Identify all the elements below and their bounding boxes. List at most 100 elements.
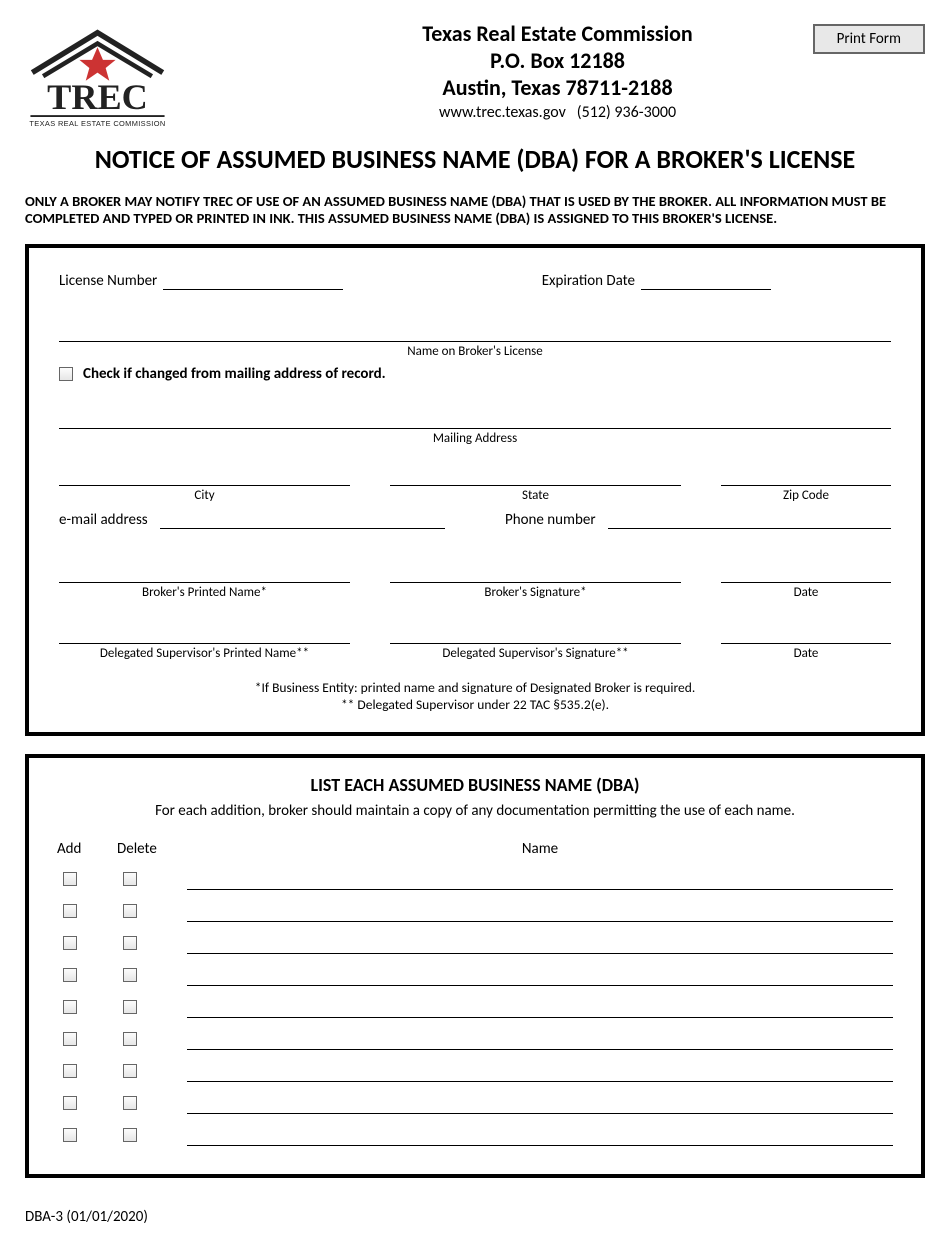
supervisor-printed-caption: Delegated Supervisor's Printed Name** <box>59 646 350 661</box>
dba-name-input[interactable] <box>187 1060 893 1082</box>
delete-checkbox[interactable] <box>123 1096 137 1110</box>
city-state-zip: Austin, Texas 78711-2188 <box>190 74 925 101</box>
dba-name-input[interactable] <box>187 964 893 986</box>
delete-checkbox[interactable] <box>123 1064 137 1078</box>
print-form-button[interactable]: Print Form <box>813 24 925 54</box>
state-field: State <box>390 460 681 503</box>
supervisor-date-field: Date <box>721 618 891 661</box>
add-checkbox[interactable] <box>63 872 77 886</box>
license-number-label: License Number <box>59 272 157 290</box>
phone-field: Phone number <box>505 507 891 529</box>
footnote-1: *If Business Entity: printed name and si… <box>59 679 891 697</box>
instructions: ONLY A BROKER MAY NOTIFY TREC OF USE OF … <box>25 193 925 228</box>
mailing-address-caption: Mailing Address <box>59 431 891 446</box>
form-title: NOTICE OF ASSUMED BUSINESS NAME (DBA) FO… <box>25 143 925 175</box>
dba-row <box>57 868 893 890</box>
delete-checkbox[interactable] <box>123 872 137 886</box>
dba-row <box>57 1060 893 1082</box>
broker-sig-input[interactable] <box>390 557 681 583</box>
dba-name-input[interactable] <box>187 996 893 1018</box>
trec-logo: TREC TEXAS REAL ESTATE COMMISSION <box>25 20 170 129</box>
delete-checkbox[interactable] <box>123 904 137 918</box>
dba-name-input[interactable] <box>187 868 893 890</box>
delete-checkbox[interactable] <box>123 968 137 982</box>
mailing-address-input[interactable] <box>59 403 891 429</box>
add-checkbox[interactable] <box>63 1032 77 1046</box>
broker-date-caption: Date <box>721 585 891 600</box>
dba-row <box>57 900 893 922</box>
add-checkbox[interactable] <box>63 1064 77 1078</box>
license-number-field: License Number <box>59 268 343 290</box>
city-input[interactable] <box>59 460 350 486</box>
dba-title: LIST EACH ASSUMED BUSINESS NAME (DBA) <box>57 774 893 796</box>
phone-input[interactable] <box>608 507 891 529</box>
email-input[interactable] <box>160 507 445 529</box>
dba-row <box>57 932 893 954</box>
svg-text:TEXAS REAL ESTATE COMMISSION: TEXAS REAL ESTATE COMMISSION <box>29 119 165 128</box>
dba-subtitle: For each addition, broker should maintai… <box>57 802 893 820</box>
svg-text:TREC: TREC <box>47 77 148 117</box>
add-checkbox[interactable] <box>63 1096 77 1110</box>
broker-sig-field: Broker's Signature* <box>390 557 681 600</box>
dba-list-box: LIST EACH ASSUMED BUSINESS NAME (DBA) Fo… <box>25 754 925 1178</box>
zip-caption: Zip Code <box>721 488 891 503</box>
expiration-date-label: Expiration Date <box>542 272 635 290</box>
zip-field: Zip Code <box>721 460 891 503</box>
license-number-input[interactable] <box>163 268 343 290</box>
add-checkbox[interactable] <box>63 904 77 918</box>
dba-row <box>57 964 893 986</box>
footnote: *If Business Entity: printed name and si… <box>59 679 891 714</box>
form-id: DBA-3 (01/01/2020) <box>25 1208 925 1226</box>
dba-table: Add Delete Name <box>57 840 893 1146</box>
name-on-license-input[interactable] <box>59 316 891 342</box>
col-header-name: Name <box>187 840 893 858</box>
city-caption: City <box>59 488 350 503</box>
supervisor-sig-input[interactable] <box>390 618 681 644</box>
expiration-date-field: Expiration Date <box>542 268 771 290</box>
broker-date-input[interactable] <box>721 557 891 583</box>
changed-address-checkbox[interactable] <box>59 367 73 381</box>
state-input[interactable] <box>390 460 681 486</box>
expiration-date-input[interactable] <box>641 268 771 290</box>
website: www.trec.texas.gov <box>439 103 566 122</box>
broker-printed-input[interactable] <box>59 557 350 583</box>
dba-row <box>57 1092 893 1114</box>
supervisor-sig-field: Delegated Supervisor's Signature** <box>390 618 681 661</box>
broker-info-box: License Number Expiration Date Name on B… <box>25 244 925 736</box>
add-checkbox[interactable] <box>63 968 77 982</box>
delete-checkbox[interactable] <box>123 936 137 950</box>
supervisor-printed-input[interactable] <box>59 618 350 644</box>
state-caption: State <box>390 488 681 503</box>
zip-input[interactable] <box>721 460 891 486</box>
add-checkbox[interactable] <box>63 936 77 950</box>
col-header-add: Add <box>57 840 117 858</box>
footnote-2: ** Delegated Supervisor under 22 TAC §53… <box>59 696 891 714</box>
contact-line: www.trec.texas.gov (512) 936-3000 <box>190 103 925 122</box>
dba-row <box>57 1028 893 1050</box>
add-checkbox[interactable] <box>63 1128 77 1142</box>
phone-label: Phone number <box>505 511 596 529</box>
dba-name-input[interactable] <box>187 932 893 954</box>
dba-name-input[interactable] <box>187 1124 893 1146</box>
supervisor-sig-caption: Delegated Supervisor's Signature** <box>390 646 681 661</box>
header-row: TREC TEXAS REAL ESTATE COMMISSION Texas … <box>25 20 925 129</box>
delete-checkbox[interactable] <box>123 1000 137 1014</box>
dba-name-input[interactable] <box>187 1028 893 1050</box>
dba-row <box>57 996 893 1018</box>
broker-printed-field: Broker's Printed Name* <box>59 557 350 600</box>
add-checkbox[interactable] <box>63 1000 77 1014</box>
email-label: e-mail address <box>59 511 148 529</box>
dba-name-input[interactable] <box>187 1092 893 1114</box>
delete-checkbox[interactable] <box>123 1128 137 1142</box>
name-on-license-caption: Name on Broker's License <box>59 344 891 359</box>
supervisor-date-caption: Date <box>721 646 891 661</box>
phone: (512) 936-3000 <box>577 103 676 122</box>
email-field: e-mail address <box>59 507 445 529</box>
broker-date-field: Date <box>721 557 891 600</box>
delete-checkbox[interactable] <box>123 1032 137 1046</box>
dba-row <box>57 1124 893 1146</box>
dba-name-input[interactable] <box>187 900 893 922</box>
supervisor-printed-field: Delegated Supervisor's Printed Name** <box>59 618 350 661</box>
supervisor-date-input[interactable] <box>721 618 891 644</box>
col-header-delete: Delete <box>117 840 187 858</box>
